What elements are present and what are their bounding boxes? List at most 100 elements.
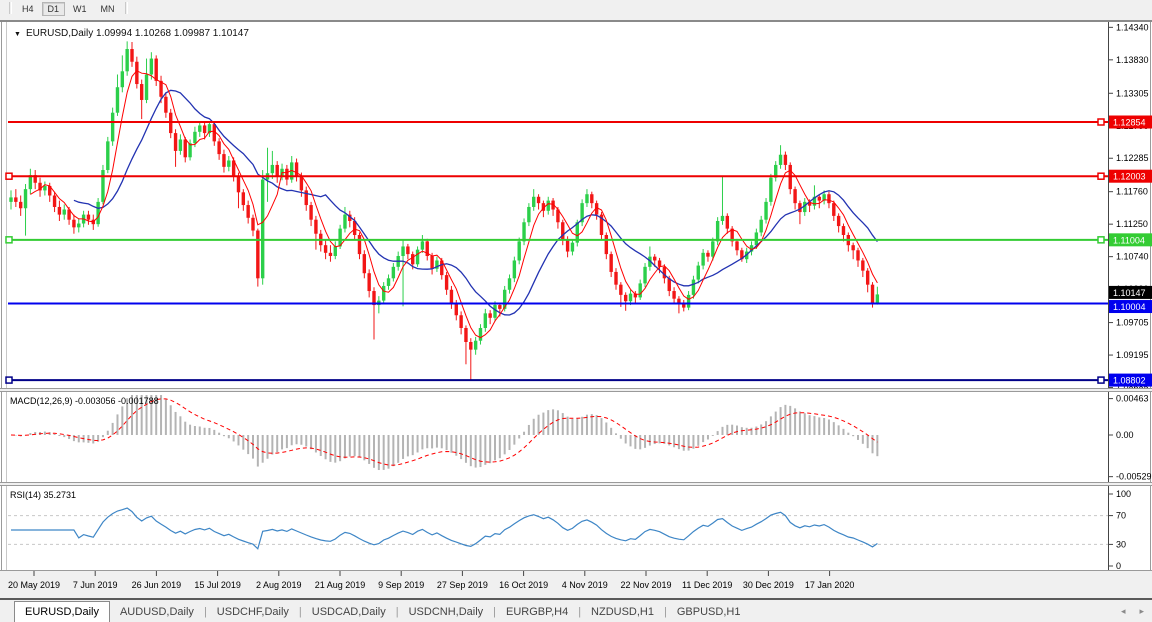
candle-body[interactable] xyxy=(527,207,530,222)
candle-body[interactable] xyxy=(203,125,206,133)
candle-body[interactable] xyxy=(140,84,143,100)
candle-body[interactable] xyxy=(401,246,404,256)
candle-body[interactable] xyxy=(367,273,370,291)
candle-body[interactable] xyxy=(624,295,627,301)
candle-body[interactable] xyxy=(150,59,153,75)
candle-body[interactable] xyxy=(29,175,32,189)
candle-body[interactable] xyxy=(174,133,177,151)
candle-body[interactable] xyxy=(735,241,738,250)
line-handle-icon[interactable] xyxy=(1098,237,1104,243)
candle-body[interactable] xyxy=(779,155,782,165)
candle-body[interactable] xyxy=(261,180,264,279)
candle-body[interactable] xyxy=(513,260,516,278)
tab-usdcnh-daily[interactable]: USDCNH,Daily xyxy=(399,603,494,622)
candle-body[interactable] xyxy=(658,260,661,266)
candle-body[interactable] xyxy=(276,165,279,176)
candle-body[interactable] xyxy=(72,220,75,228)
candle-body[interactable] xyxy=(484,313,487,328)
candle-body[interactable] xyxy=(295,162,298,176)
candle-body[interactable] xyxy=(121,71,124,87)
candle-body[interactable] xyxy=(711,241,714,256)
candle-body[interactable] xyxy=(363,254,366,273)
candle-body[interactable] xyxy=(416,250,419,265)
candle-body[interactable] xyxy=(498,305,501,309)
candle-body[interactable] xyxy=(474,341,477,350)
candle-body[interactable] xyxy=(643,267,646,284)
candle-body[interactable] xyxy=(469,342,472,350)
candle-body[interactable] xyxy=(193,132,196,143)
candle-body[interactable] xyxy=(382,286,385,301)
candle-body[interactable] xyxy=(101,170,104,202)
candle-body[interactable] xyxy=(87,215,90,220)
candle-body[interactable] xyxy=(164,97,167,113)
candle-body[interactable] xyxy=(769,178,772,202)
candle-body[interactable] xyxy=(116,87,119,112)
line-handle-icon[interactable] xyxy=(6,377,12,383)
candle-body[interactable] xyxy=(43,186,46,190)
timeframe-button-d1[interactable]: D1 xyxy=(42,2,66,16)
candle-body[interactable] xyxy=(464,328,467,342)
candle-body[interactable] xyxy=(784,155,787,165)
candle-body[interactable] xyxy=(198,125,201,131)
candle-body[interactable] xyxy=(672,291,675,299)
candle-body[interactable] xyxy=(411,254,414,264)
candle-body[interactable] xyxy=(522,222,525,241)
candle-body[interactable] xyxy=(179,139,182,150)
candle-body[interactable] xyxy=(184,139,187,157)
tab-audusd-daily[interactable]: AUDUSD,Daily xyxy=(110,603,204,622)
candle-body[interactable] xyxy=(687,295,690,308)
candle-body[interactable] xyxy=(639,283,642,297)
candle-body[interactable] xyxy=(53,196,56,207)
candle-body[interactable] xyxy=(856,250,859,260)
candle-body[interactable] xyxy=(14,197,17,201)
candle-body[interactable] xyxy=(450,290,453,304)
candle-body[interactable] xyxy=(155,59,158,81)
candle-body[interactable] xyxy=(827,194,830,203)
timeframe-button-mn[interactable]: MN xyxy=(95,2,121,16)
candle-body[interactable] xyxy=(508,278,511,289)
candle-body[interactable] xyxy=(285,169,288,180)
candle-body[interactable] xyxy=(851,245,854,250)
candle-body[interactable] xyxy=(716,221,719,241)
candle-body[interactable] xyxy=(406,246,409,254)
candle-body[interactable] xyxy=(63,210,66,215)
macd-pane[interactable]: 0.004630.00-0.005299MACD(12,26,9) -0.003… xyxy=(0,392,1152,482)
candle-body[interactable] xyxy=(566,240,569,251)
candle-body[interactable] xyxy=(24,189,27,208)
candle-body[interactable] xyxy=(832,203,835,216)
candle-body[interactable] xyxy=(135,62,138,84)
candle-body[interactable] xyxy=(842,226,845,235)
candle-body[interactable] xyxy=(619,285,622,295)
tab-eurgbp-h4[interactable]: EURGBP,H4 xyxy=(496,603,578,622)
candle-body[interactable] xyxy=(760,220,763,233)
candle-body[interactable] xyxy=(532,197,535,207)
candle-body[interactable] xyxy=(837,216,840,226)
candle-body[interactable] xyxy=(721,216,724,221)
candle-body[interactable] xyxy=(726,216,729,229)
candle-body[interactable] xyxy=(871,285,874,305)
candle-body[interactable] xyxy=(242,192,245,205)
candle-body[interactable] xyxy=(237,176,240,192)
candle-body[interactable] xyxy=(609,254,612,272)
candle-body[interactable] xyxy=(251,218,254,231)
candle-body[interactable] xyxy=(246,205,249,218)
candle-body[interactable] xyxy=(329,253,332,256)
candle-body[interactable] xyxy=(590,194,593,203)
candle-body[interactable] xyxy=(111,113,114,142)
line-handle-icon[interactable] xyxy=(6,173,12,179)
candle-body[interactable] xyxy=(866,271,869,285)
candle-body[interactable] xyxy=(324,245,327,253)
candle-body[interactable] xyxy=(358,235,361,254)
candle-body[interactable] xyxy=(125,49,128,71)
candle-body[interactable] xyxy=(493,305,496,318)
candle-body[interactable] xyxy=(706,253,709,257)
candle-body[interactable] xyxy=(430,256,433,269)
candle-body[interactable] xyxy=(222,154,225,167)
tab-scroll-left-icon[interactable]: ◂ xyxy=(1121,606,1126,617)
timeframe-button-w1[interactable]: W1 xyxy=(67,2,93,16)
candle-body[interactable] xyxy=(445,275,448,290)
candle-body[interactable] xyxy=(188,143,191,157)
candle-body[interactable] xyxy=(614,272,617,285)
rsi-pane[interactable]: 10070300RSI(14) 35.2731 xyxy=(0,486,1152,570)
candle-body[interactable] xyxy=(227,160,230,166)
